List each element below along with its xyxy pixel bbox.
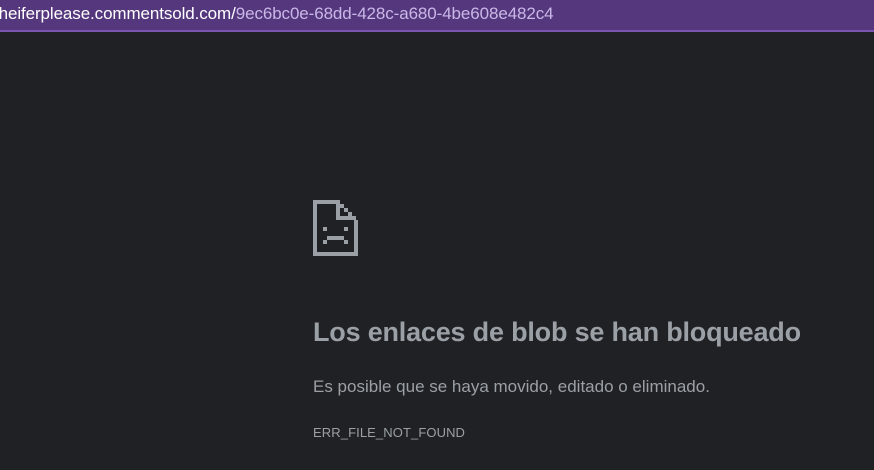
address-bar[interactable]: /heiferplease.commentsold.com/9ec6bc0e-6… [0,0,874,32]
url-host: /heiferplease.commentsold.com/ [0,4,236,23]
error-title: Los enlaces de blob se han bloqueado [313,317,801,347]
error-page: Los enlaces de blob se han bloqueado Es … [313,200,873,440]
url-path: 9ec6bc0e-68dd-428c-a680-4be608e482c4 [235,4,554,23]
url-text[interactable]: /heiferplease.commentsold.com/9ec6bc0e-6… [0,3,554,25]
error-description: Es posible que se haya movido, editado o… [313,377,710,396]
error-code: ERR_FILE_NOT_FOUND [313,425,466,440]
sad-file-icon [313,200,358,256]
